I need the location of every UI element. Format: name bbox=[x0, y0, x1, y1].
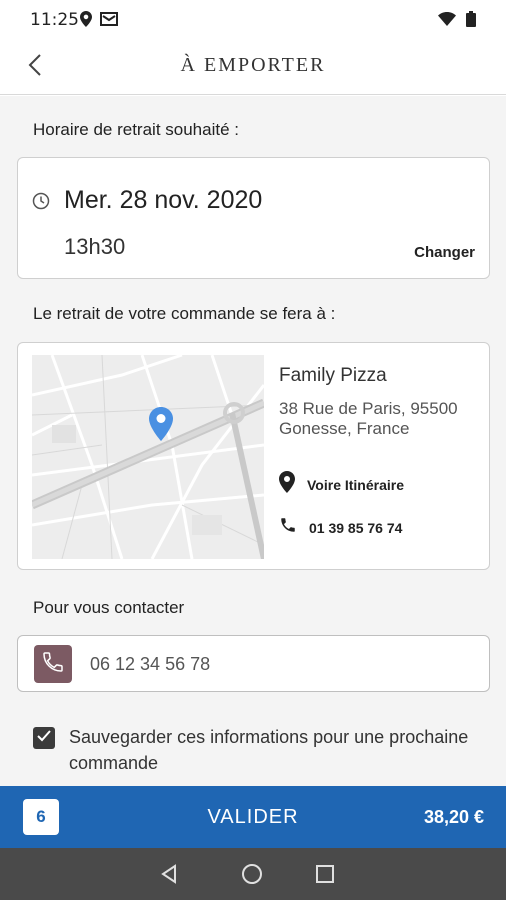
location-icon bbox=[80, 11, 92, 32]
pickup-date: Mer. 28 nov. 2020 bbox=[64, 186, 263, 214]
pickup-location-label: Le retrait de votre commande se fera à : bbox=[33, 304, 336, 323]
validate-button[interactable]: 6 VALIDER 38,20 € bbox=[0, 786, 506, 848]
shop-phone-button[interactable]: 01 39 85 76 74 bbox=[279, 516, 402, 539]
phone-outline-icon bbox=[41, 650, 65, 679]
change-time-button[interactable]: Changer bbox=[414, 244, 475, 261]
save-info-checkbox[interactable] bbox=[33, 727, 55, 749]
triangle-back-icon bbox=[158, 864, 182, 890]
wifi-icon bbox=[438, 12, 456, 31]
nav-recents-button[interactable] bbox=[313, 862, 337, 886]
shop-address: 38 Rue de Paris, 95500 Gonesse, France bbox=[279, 399, 458, 438]
nav-back-button[interactable] bbox=[158, 862, 182, 886]
pickup-time-card: Mer. 28 nov. 2020 13h30 Changer bbox=[17, 157, 490, 279]
itinerary-label: Voire Itinéraire bbox=[307, 476, 405, 493]
contact-field bbox=[17, 635, 490, 692]
phone-badge bbox=[34, 645, 72, 683]
map-pin-icon bbox=[149, 407, 173, 446]
contact-phone-input[interactable] bbox=[90, 648, 470, 680]
mail-icon bbox=[100, 12, 118, 31]
check-icon bbox=[37, 729, 51, 747]
system-nav-bar bbox=[0, 848, 506, 900]
shop-card: Family Pizza 38 Rue de Paris, 95500 Gone… bbox=[17, 342, 490, 570]
battery-icon bbox=[466, 11, 476, 32]
clock-icon bbox=[32, 192, 50, 215]
circle-home-icon bbox=[240, 864, 264, 890]
location-pin-icon bbox=[279, 471, 295, 498]
phone-icon bbox=[279, 516, 297, 539]
save-info-row: Sauvegarder ces informations pour une pr… bbox=[33, 724, 473, 776]
status-bar: 11:25 bbox=[0, 0, 506, 40]
map-view[interactable] bbox=[32, 355, 264, 559]
shop-phone: 01 39 85 76 74 bbox=[309, 519, 403, 536]
nav-home-button[interactable] bbox=[240, 862, 264, 886]
status-time: 11:25 bbox=[30, 10, 79, 30]
page-title: À EMPORTER bbox=[180, 54, 326, 76]
app-bar: À EMPORTER bbox=[0, 40, 506, 95]
contact-label: Pour vous contacter bbox=[33, 598, 185, 617]
square-recents-icon bbox=[313, 865, 337, 890]
order-total: 38,20 € bbox=[423, 807, 484, 827]
itinerary-button[interactable]: Voire Itinéraire bbox=[279, 471, 404, 498]
pickup-hour: 13h30 bbox=[64, 234, 126, 259]
content-area: Horaire de retrait souhaité : Mer. 28 no… bbox=[0, 96, 506, 786]
pickup-time-label: Horaire de retrait souhaité : bbox=[33, 120, 239, 139]
shop-name: Family Pizza bbox=[279, 365, 387, 386]
save-info-label: Sauvegarder ces informations pour une pr… bbox=[69, 727, 469, 773]
